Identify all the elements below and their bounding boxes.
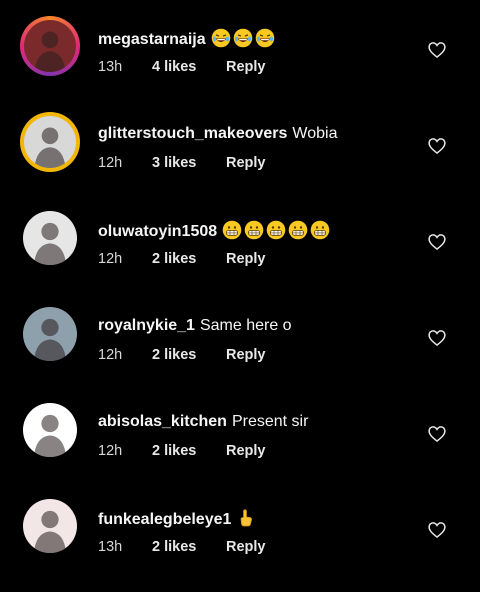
- avatar-image: [23, 499, 77, 553]
- comment-meta: 12h 3 likes Reply: [98, 154, 266, 172]
- avatar-image: [23, 307, 77, 361]
- comment-username[interactable]: glitterstouch_makeovers: [98, 125, 287, 142]
- comment-meta: 13h 2 likes Reply: [98, 538, 266, 556]
- reply-button[interactable]: Reply: [226, 155, 266, 171]
- comment-body: abisolas_kitchen Present sir: [98, 412, 308, 432]
- comment-timestamp: 12h: [98, 443, 123, 459]
- comment-likes-count[interactable]: 2 likes: [152, 250, 226, 268]
- comment-row: funkealegbeleye1 13h 2 likes Reply: [0, 496, 480, 592]
- comment-meta: 12h 2 likes Reply: [98, 442, 266, 460]
- avatar-image: [23, 403, 77, 457]
- avatar[interactable]: [23, 211, 77, 265]
- comment-text: [236, 509, 258, 528]
- comment-body: megastarnaija: [98, 28, 277, 50]
- like-heart-icon[interactable]: [427, 136, 447, 156]
- comment-text: [222, 220, 332, 240]
- comment-username[interactable]: abisolas_kitchen: [98, 413, 227, 430]
- comment-username[interactable]: oluwatoyin1508: [98, 223, 217, 240]
- comment-meta: 12h 2 likes Reply: [98, 346, 266, 364]
- comment-text: Wobia: [292, 125, 338, 142]
- comment-row: glitterstouch_makeovers Wobia 12h 3 likes Re…: [0, 112, 480, 208]
- comment-body: funkealegbeleye1: [98, 508, 258, 530]
- comment-likes-count[interactable]: 2 likes: [152, 346, 226, 364]
- comment-row: oluwatoyin1508 12h 2 likes Reply: [0, 208, 480, 304]
- comment-timestamp: 12h: [98, 155, 123, 171]
- comment-row: megastarnaija 13h 4 likes Reply: [0, 16, 480, 112]
- reply-button[interactable]: Reply: [226, 539, 266, 555]
- comment-likes-count[interactable]: 3 likes: [152, 154, 226, 172]
- like-heart-icon[interactable]: [427, 520, 447, 540]
- reply-button[interactable]: Reply: [226, 443, 266, 459]
- laugh-emoji-icon: [233, 28, 252, 48]
- laugh-emoji-icon: [211, 28, 230, 48]
- comment-timestamp: 13h: [98, 539, 123, 555]
- comment-row: royalnykie_1 Same here o 12h 2 likes Reply: [0, 304, 480, 400]
- comment-timestamp: 12h: [98, 251, 123, 267]
- comment-username[interactable]: megastarnaija: [98, 31, 206, 48]
- comment-username[interactable]: royalnykie_1: [98, 317, 195, 334]
- grin-emoji-icon: [222, 220, 242, 240]
- comment-body: royalnykie_1 Same here o: [98, 316, 292, 336]
- comment-likes-count[interactable]: 2 likes: [152, 538, 226, 556]
- comment-timestamp: 12h: [98, 347, 123, 363]
- grin-emoji-icon: [288, 220, 308, 240]
- reply-button[interactable]: Reply: [226, 251, 266, 267]
- comment-row: abisolas_kitchen Present sir 12h 2 likes Rep…: [0, 400, 480, 496]
- avatar[interactable]: [20, 16, 80, 76]
- reply-button[interactable]: Reply: [226, 59, 266, 75]
- reply-button[interactable]: Reply: [226, 347, 266, 363]
- like-heart-icon[interactable]: [427, 424, 447, 444]
- comment-text: Same here o: [199, 317, 292, 334]
- grin-emoji-icon: [266, 220, 286, 240]
- avatar[interactable]: [23, 403, 77, 457]
- like-heart-icon[interactable]: [427, 40, 447, 60]
- avatar[interactable]: [20, 112, 80, 172]
- avatar-image: [23, 211, 77, 265]
- avatar[interactable]: [23, 307, 77, 361]
- comment-likes-count[interactable]: 4 likes: [152, 58, 226, 76]
- grin-emoji-icon: [244, 220, 264, 240]
- like-heart-icon[interactable]: [427, 232, 447, 252]
- grin-emoji-icon: [310, 220, 330, 240]
- comment-meta: 13h 4 likes Reply: [98, 58, 266, 76]
- comment-text: Present sir: [231, 413, 309, 430]
- comment-meta: 12h 2 likes Reply: [98, 250, 266, 268]
- like-heart-icon[interactable]: [427, 328, 447, 348]
- comment-likes-count[interactable]: 2 likes: [152, 442, 226, 460]
- comment-username[interactable]: funkealegbeleye1: [98, 511, 231, 528]
- comment-body: oluwatoyin1508: [98, 220, 332, 242]
- laugh-emoji-icon: [255, 28, 274, 48]
- avatar[interactable]: [23, 499, 77, 553]
- point-emoji-icon: [241, 509, 253, 527]
- avatar-image: [24, 116, 76, 168]
- comment-timestamp: 13h: [98, 59, 123, 75]
- avatar-image: [24, 20, 76, 72]
- comment-body: glitterstouch_makeovers Wobia: [98, 124, 337, 144]
- comment-text: [211, 28, 277, 48]
